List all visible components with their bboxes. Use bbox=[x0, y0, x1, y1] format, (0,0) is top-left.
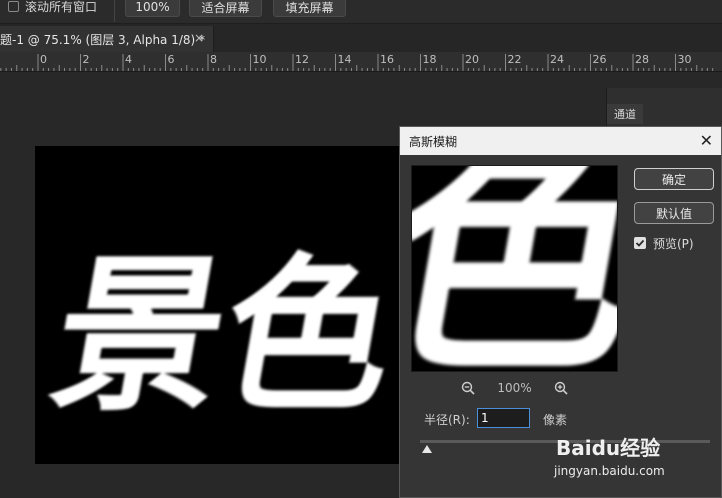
ruler-label: 14 bbox=[338, 53, 352, 66]
ruler-label: 0 bbox=[40, 53, 47, 66]
scroll-all-windows-label: 滚动所有窗口 bbox=[25, 0, 98, 14]
options-bar: 滚动所有窗口 100% 适合屏幕 填充屏幕 bbox=[0, 0, 722, 24]
ruler-label: 26 bbox=[593, 53, 607, 66]
radius-input[interactable] bbox=[477, 408, 530, 428]
options-separator bbox=[114, 0, 115, 22]
default-button[interactable]: 默认值 bbox=[634, 202, 714, 224]
preview-text: 色 bbox=[412, 166, 618, 372]
fit-screen-button[interactable]: 适合屏幕 bbox=[189, 0, 262, 17]
ruler-label: 10 bbox=[253, 53, 267, 66]
document-tab-bar: 标题-1 @ 75.1% (图层 3, Alpha 1/8) * × bbox=[0, 24, 722, 52]
ruler-label: 6 bbox=[168, 53, 175, 66]
preview-artwork: 色 bbox=[412, 166, 618, 372]
zoom-100-button[interactable]: 100% bbox=[125, 0, 180, 17]
fill-screen-button[interactable]: 填充屏幕 bbox=[273, 0, 346, 17]
zoom-in-icon[interactable] bbox=[554, 381, 568, 395]
ruler-label: 16 bbox=[380, 53, 394, 66]
ruler-label: 12 bbox=[295, 53, 309, 66]
ruler-label: 20 bbox=[465, 53, 479, 66]
ruler-label: 2 bbox=[83, 53, 90, 66]
preview-label: 预览(P) bbox=[653, 237, 694, 251]
checkmark-icon bbox=[635, 239, 645, 247]
zoom-out-icon[interactable] bbox=[461, 381, 475, 395]
baidu-watermark: Baidu经验 jingyan.baidu.com bbox=[554, 430, 722, 498]
watermark-brand: Baidu经验 bbox=[556, 436, 661, 460]
canvas-artwork: 景色 bbox=[39, 238, 409, 433]
canvas-text: 景色 bbox=[39, 238, 409, 433]
ruler-label: 24 bbox=[550, 53, 564, 66]
dialog-titlebar[interactable]: 高斯模糊 ✕ bbox=[400, 127, 721, 155]
ruler-label: 30 bbox=[678, 53, 692, 66]
dialog-close-icon[interactable]: ✕ bbox=[700, 131, 713, 150]
watermark-url: jingyan.baidu.com bbox=[554, 464, 665, 478]
horizontal-ruler: 0 2 4 6 8 10 12 14 16 18 20 22 24 26 28 30 bbox=[0, 52, 722, 72]
ok-button[interactable]: 确定 bbox=[634, 168, 714, 190]
ruler-label: 22 bbox=[508, 53, 522, 66]
radius-slider-thumb[interactable] bbox=[422, 445, 432, 453]
preview-zoom-level: 100% bbox=[497, 381, 532, 395]
ruler-graphics: 0 2 4 6 8 10 12 14 16 18 20 22 24 26 28 30 bbox=[0, 53, 714, 71]
scroll-all-windows-checkbox[interactable] bbox=[8, 1, 19, 12]
ruler-label: 4 bbox=[125, 53, 132, 66]
ruler-label: 18 bbox=[423, 53, 437, 66]
radius-unit-label: 像素 bbox=[543, 413, 568, 427]
ruler-label: 8 bbox=[210, 53, 217, 66]
dialog-title: 高斯模糊 bbox=[409, 135, 458, 149]
preview-zoom-row: 100% bbox=[411, 379, 618, 397]
document-tab[interactable]: 标题-1 @ 75.1% (图层 3, Alpha 1/8) * × bbox=[0, 26, 214, 52]
document-tab-close-icon[interactable]: × bbox=[194, 31, 204, 45]
channels-panel-tab[interactable]: 通道 bbox=[607, 104, 643, 124]
document-canvas[interactable]: 景色 bbox=[35, 146, 420, 464]
preview-checkbox[interactable] bbox=[634, 237, 646, 249]
radius-label: 半径(R): bbox=[424, 413, 470, 427]
ruler-label: 28 bbox=[635, 53, 649, 66]
document-tab-title: 标题-1 @ 75.1% (图层 3, Alpha 1/8) * bbox=[0, 32, 206, 47]
blur-preview[interactable]: 色 bbox=[411, 165, 618, 372]
